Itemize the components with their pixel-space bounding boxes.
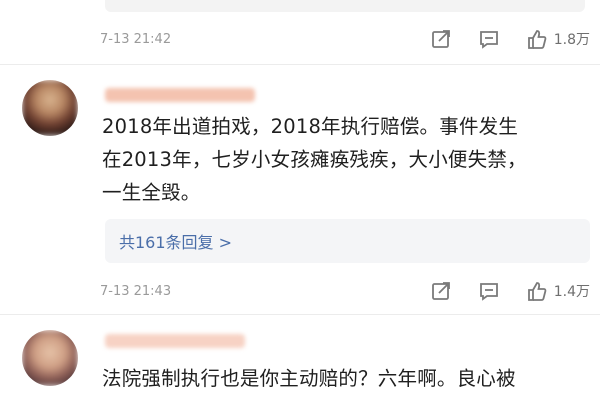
like-count: 1.8万 — [553, 32, 590, 48]
comment-text: 法院强制执行也是你主动赔的？六年啊。良心被 — [102, 362, 587, 395]
thumbs-up-icon — [527, 282, 547, 301]
share-icon[interactable] — [430, 28, 452, 50]
comment-timestamp: 7-13 21:43 — [100, 283, 172, 299]
comment-line: 2018年出道拍戏，2018年执行赔偿。事件发生 — [102, 115, 519, 138]
comment-icon[interactable] — [478, 280, 500, 302]
username-redacted — [105, 88, 255, 102]
comment-line: 法院强制执行也是你主动赔的？六年啊。良心被 — [102, 367, 516, 390]
comment-meta-row: 7-13 21:43 1.4万 — [100, 279, 590, 303]
comment-line: 一生全毁。 — [102, 181, 201, 204]
comment-meta-row: 7-13 21:42 1.8万 — [100, 27, 590, 51]
divider — [0, 64, 600, 65]
avatar[interactable] — [22, 330, 78, 386]
view-replies-link[interactable]: 共161条回复 > — [105, 219, 590, 263]
like-button[interactable]: 1.8万 — [526, 28, 590, 50]
like-count: 1.4万 — [553, 284, 590, 300]
like-button[interactable]: 1.4万 — [526, 280, 590, 302]
previous-reply-box-edge — [105, 0, 585, 12]
avatar[interactable] — [22, 80, 78, 136]
comment-icon[interactable] — [478, 28, 500, 50]
comment-line: 在2013年，七岁小女孩瘫痪残疾，大小便失禁， — [102, 148, 527, 171]
divider — [0, 314, 600, 315]
comment-timestamp: 7-13 21:42 — [100, 31, 172, 47]
share-icon[interactable] — [430, 280, 452, 302]
thumbs-up-icon — [527, 30, 547, 49]
reply-count-label: 共161条回复 > — [119, 233, 233, 252]
username-redacted — [105, 334, 245, 348]
comment-text: 2018年出道拍戏，2018年执行赔偿。事件发生 在2013年，七岁小女孩瘫痪残… — [102, 110, 587, 209]
